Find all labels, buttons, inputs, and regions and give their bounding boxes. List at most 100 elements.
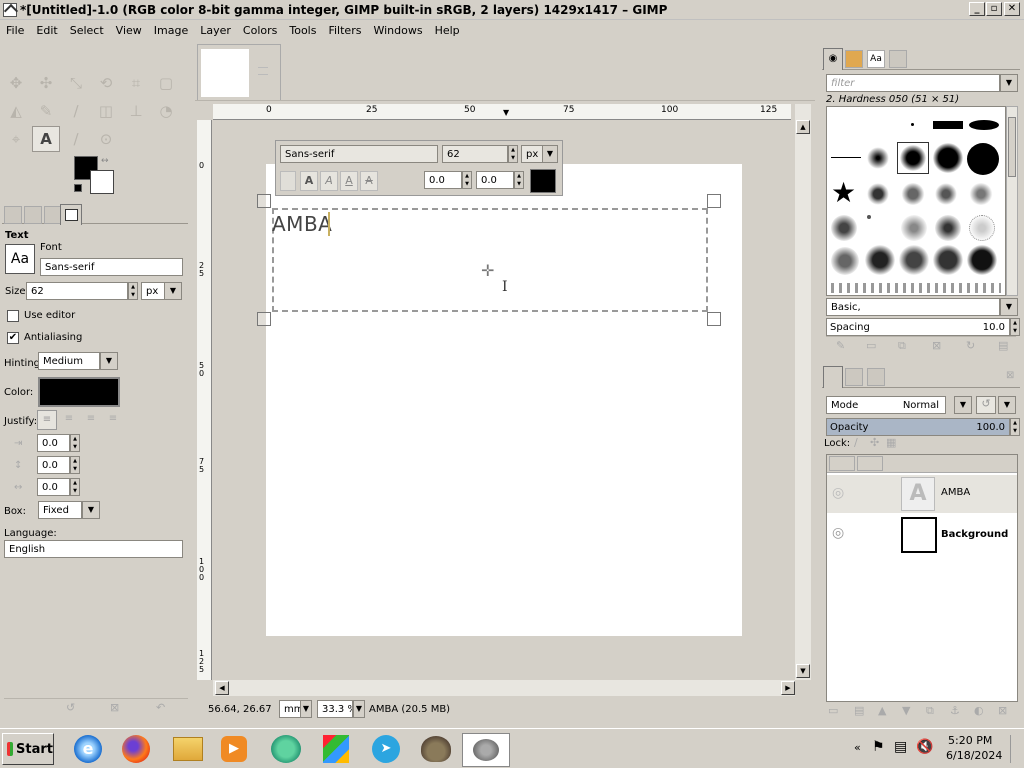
layer-row[interactable]: ◎ Background bbox=[827, 515, 1017, 555]
antialiasing-checkbox[interactable]: ✔ bbox=[7, 332, 19, 344]
crop-tool-icon[interactable]: ⌗ bbox=[122, 70, 150, 96]
size-spinner[interactable]: ▲ ▼ bbox=[128, 282, 138, 300]
indent-input[interactable]: 0.0 bbox=[37, 434, 70, 452]
menu-help[interactable]: Help bbox=[429, 21, 466, 41]
reset-options-icon[interactable]: ↶ bbox=[156, 701, 165, 714]
visibility-eye-icon[interactable]: ◎ bbox=[832, 485, 844, 501]
scroll-right-arrow-icon[interactable]: ▶ bbox=[781, 681, 795, 695]
open-brush-icon[interactable]: ▤ bbox=[998, 339, 1008, 352]
toolbar-kerning-input[interactable]: 0.0 bbox=[476, 171, 514, 189]
show-desktop-button[interactable] bbox=[1010, 735, 1020, 763]
raise-layer-icon[interactable]: ▲ bbox=[878, 704, 886, 717]
clock-time[interactable]: 5:20 PM bbox=[948, 734, 992, 747]
media-player-icon[interactable]: ▶ bbox=[214, 733, 254, 765]
menu-colors[interactable]: Colors bbox=[237, 21, 283, 41]
layer-name[interactable]: AMBA bbox=[941, 487, 970, 498]
justify-fill-icon[interactable]: ≡ bbox=[103, 410, 123, 430]
vertical-scrollbar[interactable]: ▲ ▼ bbox=[795, 104, 811, 680]
chat-app-icon[interactable] bbox=[266, 733, 306, 765]
office-app-icon[interactable] bbox=[316, 733, 356, 765]
free-select-tool-icon[interactable]: ✎ bbox=[32, 98, 60, 124]
mode-reset-dropdown-icon[interactable]: ▼ bbox=[998, 396, 1016, 414]
toolbar-color-button[interactable] bbox=[530, 169, 556, 193]
file-explorer-icon[interactable] bbox=[168, 733, 208, 765]
unit-select[interactable]: mm bbox=[279, 700, 301, 718]
menu-image[interactable]: Image bbox=[148, 21, 194, 41]
duplicate-layer-icon[interactable]: ⧉ bbox=[926, 704, 934, 718]
cage-tool-icon[interactable]: ▢ bbox=[152, 70, 180, 96]
image-tab[interactable] bbox=[197, 44, 281, 100]
box-select[interactable]: Fixed bbox=[38, 501, 82, 519]
zoom-input[interactable]: 33.3 % bbox=[317, 700, 353, 718]
justify-left-icon[interactable]: ≡ bbox=[37, 410, 57, 430]
toolbar-kerning-spinner[interactable]: ▲ ▼ bbox=[514, 171, 524, 189]
size-unit-dropdown-icon[interactable]: ▼ bbox=[164, 282, 182, 300]
language-input[interactable]: English bbox=[4, 540, 183, 558]
visibility-eye-icon[interactable]: ◎ bbox=[832, 525, 844, 541]
layer-row[interactable]: ◎ A AMBA bbox=[827, 475, 1017, 513]
show-hidden-icons[interactable]: « bbox=[854, 741, 861, 754]
clock-date[interactable]: 6/18/2024 bbox=[946, 749, 1002, 762]
tab-tool-options[interactable] bbox=[4, 206, 22, 224]
menu-filters[interactable]: Filters bbox=[322, 21, 367, 41]
text-box-handle-tr[interactable] bbox=[707, 194, 721, 208]
toolbar-unit-select[interactable]: px bbox=[521, 145, 543, 163]
tab-gradients[interactable] bbox=[889, 50, 907, 68]
text-box-handle-tl[interactable] bbox=[257, 194, 271, 208]
maximize-button[interactable]: ▫ bbox=[986, 2, 1002, 16]
background-color-swatch[interactable] bbox=[90, 170, 114, 194]
layer-mode-select[interactable]: Mode Normal bbox=[826, 396, 946, 414]
scroll-left-arrow-icon[interactable]: ◀ bbox=[215, 681, 229, 695]
box-dropdown-icon[interactable]: ▼ bbox=[82, 501, 100, 519]
eraser-tool-icon[interactable]: ◫ bbox=[92, 98, 120, 124]
toolbar-size-spinner[interactable]: ▲ ▼ bbox=[508, 145, 518, 163]
delete-layer-icon[interactable]: ⊠ bbox=[998, 704, 1007, 717]
toolbar-size-input[interactable]: 62 bbox=[442, 145, 508, 163]
tab-fonts[interactable]: Aa bbox=[867, 50, 885, 68]
layers-menu-icon[interactable]: ⊠ bbox=[1006, 370, 1014, 381]
scroll-down-arrow-icon[interactable]: ▼ bbox=[796, 664, 810, 678]
menu-edit[interactable]: Edit bbox=[30, 21, 63, 41]
brush-tag-dropdown-icon[interactable]: ▼ bbox=[1000, 298, 1018, 316]
transform-tool-icon[interactable]: ⤡ bbox=[62, 70, 90, 96]
justify-center-icon[interactable]: ≡ bbox=[81, 410, 101, 430]
new-layer-icon[interactable]: ▭ bbox=[828, 704, 838, 717]
tab-paths[interactable] bbox=[867, 368, 885, 386]
tab-device-status[interactable] bbox=[24, 206, 42, 224]
start-button[interactable]: Start bbox=[2, 733, 54, 765]
text-color-button[interactable] bbox=[38, 377, 120, 407]
lock-pixels-icon[interactable]: ∕ bbox=[854, 436, 858, 449]
minimize-button[interactable]: _ bbox=[969, 2, 985, 16]
default-colors-icon[interactable] bbox=[74, 184, 82, 192]
indent-spinner[interactable]: ▲ ▼ bbox=[70, 434, 80, 452]
lock-position-icon[interactable]: ✣ bbox=[870, 436, 879, 449]
close-button[interactable]: ✕ bbox=[1004, 2, 1020, 16]
menu-select[interactable]: Select bbox=[64, 21, 110, 41]
firefox-icon[interactable] bbox=[116, 733, 156, 765]
font-preview-button[interactable]: Aa bbox=[5, 244, 35, 274]
line-spacing-input[interactable]: 0.0 bbox=[37, 456, 70, 474]
lower-layer-icon[interactable]: ▼ bbox=[902, 704, 910, 717]
color-picker-icon[interactable]: ∕ bbox=[62, 126, 90, 152]
spacing-spinner[interactable]: ▲ ▼ bbox=[1010, 318, 1020, 336]
refresh-brushes-icon[interactable]: ↻ bbox=[966, 339, 975, 352]
letter-spacing-spinner[interactable]: ▲ ▼ bbox=[70, 478, 80, 496]
brush-grid-scrollbar[interactable] bbox=[1006, 106, 1018, 296]
gimp-window-icon[interactable] bbox=[3, 3, 17, 17]
tab-layers[interactable] bbox=[823, 366, 843, 388]
menu-tools[interactable]: Tools bbox=[283, 21, 322, 41]
network-icon[interactable]: ▤ bbox=[894, 739, 907, 755]
gimp-window-task[interactable] bbox=[462, 733, 510, 767]
toolbar-italic-button[interactable]: A bbox=[320, 171, 338, 191]
font-input[interactable]: Sans-serif bbox=[40, 258, 183, 276]
hinting-select[interactable]: Medium bbox=[38, 352, 100, 370]
gimp-app-icon[interactable] bbox=[416, 733, 456, 765]
opacity-slider[interactable]: Opacity 100.0 bbox=[826, 418, 1010, 436]
swap-colors-icon[interactable]: ↔ bbox=[101, 156, 109, 166]
paintbrush-tool-icon[interactable]: ∕ bbox=[62, 98, 90, 124]
justify-right-icon[interactable]: ≡ bbox=[59, 410, 79, 430]
zoom-tool-icon[interactable]: ⊙ bbox=[92, 126, 120, 152]
image-tab-close-icon[interactable] bbox=[258, 67, 268, 75]
text-tool-icon[interactable]: A bbox=[32, 126, 60, 152]
brush-filter-dropdown-icon[interactable]: ▼ bbox=[1000, 74, 1018, 92]
